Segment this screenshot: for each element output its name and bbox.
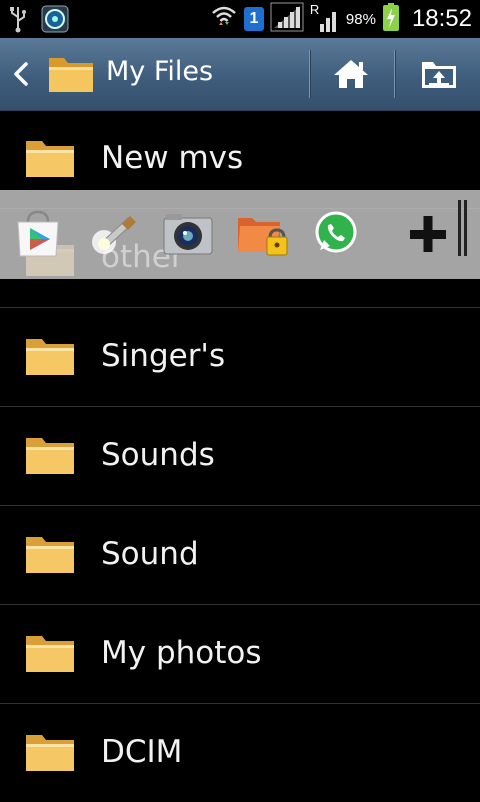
folder-lock-icon[interactable] — [236, 208, 288, 260]
signal-icon — [270, 2, 304, 36]
drag-handle[interactable] — [458, 200, 468, 256]
folder-icon — [24, 434, 76, 478]
flashlight-icon[interactable] — [88, 208, 140, 260]
folder-name: Singer's — [101, 338, 226, 374]
folder-name: My photos — [101, 635, 262, 671]
add-icon[interactable] — [402, 208, 454, 260]
roaming-signal-icon: R — [310, 2, 340, 34]
action-bar-divider — [394, 50, 395, 98]
usb-icon — [8, 5, 28, 37]
folder-icon — [24, 335, 76, 379]
up-folder-icon[interactable] — [414, 52, 464, 96]
action-bar-divider — [309, 50, 310, 98]
status-bar: 1 R 98% 18:52 — [0, 0, 480, 38]
list-item[interactable]: Sounds — [0, 407, 480, 506]
play-store-icon[interactable] — [12, 208, 64, 260]
wifi-icon — [210, 3, 238, 35]
notification-app-icon — [40, 4, 70, 38]
clock: 18:52 — [411, 5, 472, 32]
folder-icon — [24, 632, 76, 676]
page-title: My Files — [106, 56, 214, 87]
whatsapp-icon[interactable] — [310, 208, 362, 260]
folder-name: New mvs — [101, 140, 244, 176]
battery-charging-icon — [382, 2, 400, 36]
folder-name: DCIM — [101, 734, 183, 770]
sim-badge: 1 — [243, 7, 264, 31]
folder-icon — [24, 137, 76, 181]
folder-icon — [24, 731, 76, 775]
home-icon[interactable] — [326, 52, 376, 96]
list-item[interactable]: Singer's — [0, 308, 480, 407]
list-item[interactable]: My photos — [0, 605, 480, 704]
back-icon[interactable] — [8, 56, 36, 92]
action-bar: My Files — [0, 38, 480, 111]
folder-name: Sound — [101, 536, 199, 572]
list-item[interactable]: Sound — [0, 506, 480, 605]
folder-name: Sounds — [101, 437, 215, 473]
quick-launch-bar — [0, 190, 480, 279]
folder-icon — [46, 50, 96, 96]
folder-icon — [24, 533, 76, 577]
camera-icon[interactable] — [162, 208, 214, 260]
list-item[interactable]: DCIM — [0, 704, 480, 802]
battery-percent: 98% — [345, 10, 376, 28]
